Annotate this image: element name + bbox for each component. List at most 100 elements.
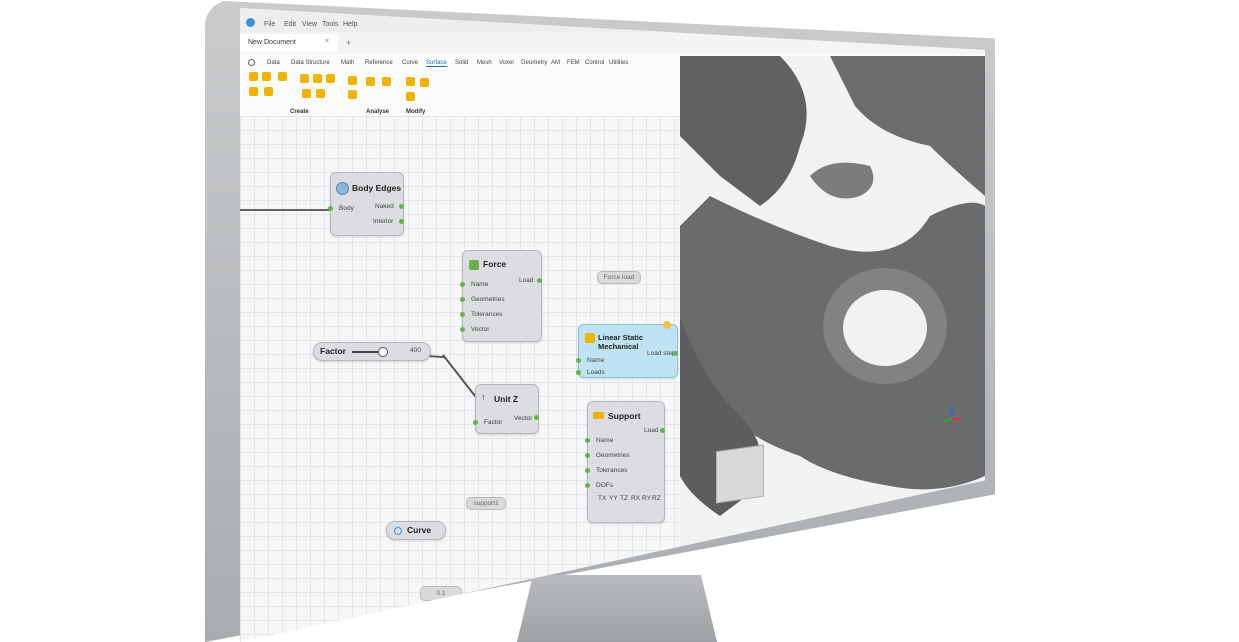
node-title: Force [483, 259, 507, 269]
menu-tools[interactable]: Tools [322, 21, 338, 28]
label-force-load[interactable]: Force load [597, 271, 641, 284]
output-port[interactable] [399, 204, 404, 209]
port-label: DOFs [596, 482, 613, 489]
input-port[interactable] [576, 358, 581, 363]
node-factor-slider[interactable]: Factor 400 [313, 342, 431, 361]
modify-tool-icon[interactable] [406, 92, 415, 101]
menu-edit[interactable]: Edit [284, 21, 296, 28]
node-title: Unit Z [494, 394, 519, 404]
input-port[interactable] [473, 420, 478, 425]
input-port[interactable] [585, 468, 590, 473]
node-force[interactable]: Force Load Name Geometries Tolerances Ve… [460, 250, 542, 342]
input-port[interactable] [576, 370, 581, 375]
surface-tool-icon[interactable] [249, 72, 258, 81]
document-tab-label: New Document [248, 39, 296, 46]
slider-handle[interactable] [378, 347, 388, 357]
port-label: Name [587, 357, 605, 364]
dof-toggle[interactable]: TX [598, 495, 606, 502]
tab-voxel[interactable]: Voxel [499, 60, 514, 66]
slider-value: 400 [410, 347, 421, 354]
tab-control[interactable]: Control [585, 60, 604, 66]
surface-tool-icon[interactable] [302, 89, 311, 98]
node-unit-z[interactable]: ↑ Unit Z Factor Vector [473, 384, 539, 434]
dof-toggle[interactable]: RX [631, 495, 640, 502]
tab-math[interactable]: Math [341, 60, 354, 66]
monitor-stand [517, 575, 717, 642]
label-support1[interactable]: support1 [466, 497, 506, 510]
node-body-edges[interactable]: Body Edges Body Naked Interior [328, 172, 404, 236]
connection-wire [240, 209, 332, 211]
port-label: Geometries [596, 452, 630, 459]
arrow-up-icon: ↑ [481, 392, 486, 402]
output-port[interactable] [399, 219, 404, 224]
view-cube[interactable] [716, 444, 764, 504]
input-port[interactable] [585, 438, 590, 443]
dof-toggle[interactable]: TZ [620, 495, 628, 502]
surface-tool-icon[interactable] [316, 89, 325, 98]
node-linear-static-mechanical[interactable]: Linear Static Mechanical Load step Name … [576, 321, 678, 378]
input-port[interactable] [460, 312, 465, 317]
port-label: Factor [484, 419, 503, 426]
tab-surface[interactable]: Surface [426, 60, 447, 67]
warning-icon [663, 321, 671, 329]
analyse-tool-icon[interactable] [348, 90, 357, 99]
input-port[interactable] [460, 297, 465, 302]
input-port[interactable] [328, 206, 333, 211]
surface-tool-icon[interactable] [249, 87, 258, 96]
curve-icon [394, 527, 402, 535]
dof-toggle[interactable]: RZ [652, 495, 661, 502]
dof-toggle[interactable]: RY [642, 495, 651, 502]
port-label: Body [339, 205, 354, 212]
output-port[interactable] [534, 415, 539, 420]
tab-solid[interactable]: Solid [455, 60, 468, 66]
node-title: Linear Static Mechanical [598, 333, 644, 351]
input-port[interactable] [460, 327, 465, 332]
menu-file[interactable]: File [264, 21, 275, 28]
close-icon[interactable]: × [325, 38, 329, 45]
input-port[interactable] [585, 453, 590, 458]
surface-tool-icon[interactable] [262, 72, 271, 81]
search-icon[interactable] [248, 59, 255, 66]
surface-tool-icon[interactable] [313, 74, 322, 83]
modify-tool-icon[interactable] [420, 78, 429, 87]
tab-curve[interactable]: Curve [402, 60, 418, 66]
input-port[interactable] [460, 282, 465, 287]
node-support[interactable]: Support Load Name Geometries Tolerances … [585, 401, 665, 523]
tab-data[interactable]: Data [267, 60, 280, 66]
app-logo-icon [246, 18, 255, 27]
output-port[interactable] [673, 351, 678, 356]
port-label: Vector [471, 326, 490, 333]
port-label: Tolerances [596, 467, 628, 474]
tab-fem[interactable]: FEM [567, 60, 580, 66]
dof-toggle[interactable]: YY [609, 495, 618, 502]
port-label: Load [519, 277, 534, 284]
add-tab-icon[interactable]: + [346, 38, 351, 48]
surface-tool-icon[interactable] [326, 74, 335, 83]
menu-help[interactable]: Help [343, 21, 357, 28]
output-port[interactable] [537, 278, 542, 283]
tab-geometry[interactable]: Geometry [521, 60, 547, 66]
analyse-tool-icon[interactable] [366, 77, 375, 86]
modify-tool-icon[interactable] [406, 77, 415, 86]
surface-tool-icon[interactable] [300, 74, 309, 83]
group-label-create: Create [290, 109, 309, 115]
input-port[interactable] [585, 483, 590, 488]
surface-tool-icon[interactable] [278, 72, 287, 81]
analyse-tool-icon[interactable] [348, 76, 357, 85]
analysis-icon [585, 333, 595, 343]
tab-am[interactable]: AM [551, 60, 560, 66]
force-icon [469, 260, 479, 270]
node-curve[interactable]: Curve [386, 521, 446, 540]
menu-view[interactable]: View [302, 21, 317, 28]
surface-tool-icon[interactable] [264, 87, 273, 96]
port-label: Naked [375, 203, 394, 210]
tab-utilities[interactable]: Utilities [609, 60, 628, 66]
tab-reference[interactable]: Reference [365, 60, 393, 66]
tab-mesh[interactable]: Mesh [477, 60, 492, 66]
axis-triad-icon [942, 406, 962, 426]
tab-data-structure[interactable]: Data Structure [291, 60, 330, 66]
document-tab[interactable]: New Document × [240, 34, 338, 52]
port-label: Loads [587, 369, 605, 376]
output-port[interactable] [660, 428, 665, 433]
analyse-tool-icon[interactable] [382, 77, 391, 86]
